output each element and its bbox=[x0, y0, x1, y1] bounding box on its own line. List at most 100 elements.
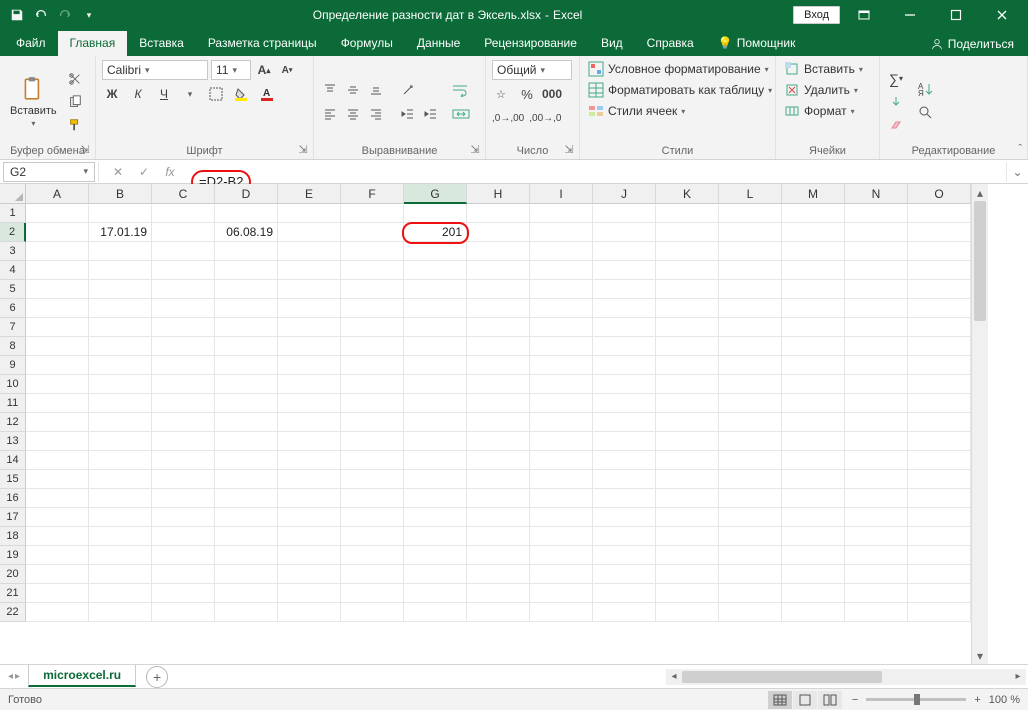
cell[interactable] bbox=[26, 584, 89, 603]
cell[interactable] bbox=[656, 489, 719, 508]
cell[interactable] bbox=[656, 413, 719, 432]
cell[interactable] bbox=[215, 280, 278, 299]
cell[interactable] bbox=[215, 470, 278, 489]
cell[interactable] bbox=[89, 470, 152, 489]
cell[interactable] bbox=[719, 280, 782, 299]
row-header[interactable]: 2 bbox=[0, 223, 26, 242]
cell[interactable] bbox=[278, 451, 341, 470]
cell[interactable] bbox=[467, 432, 530, 451]
cell[interactable] bbox=[278, 356, 341, 375]
cell[interactable] bbox=[656, 261, 719, 280]
cell[interactable] bbox=[845, 603, 908, 622]
cell[interactable] bbox=[845, 223, 908, 242]
cell[interactable] bbox=[215, 565, 278, 584]
cell[interactable] bbox=[26, 299, 89, 318]
cell[interactable] bbox=[908, 318, 971, 337]
cell[interactable] bbox=[656, 242, 719, 261]
row-header[interactable]: 8 bbox=[0, 337, 26, 356]
cell[interactable] bbox=[782, 451, 845, 470]
cell[interactable] bbox=[593, 318, 656, 337]
cell[interactable] bbox=[26, 394, 89, 413]
cell[interactable] bbox=[278, 470, 341, 489]
cell[interactable] bbox=[530, 299, 593, 318]
page-layout-view-icon[interactable] bbox=[793, 691, 817, 709]
cell[interactable] bbox=[215, 318, 278, 337]
number-format-combo[interactable]: Общий▾ bbox=[492, 60, 572, 80]
scroll-thumb[interactable] bbox=[974, 201, 986, 321]
cell[interactable] bbox=[782, 565, 845, 584]
cell[interactable] bbox=[152, 223, 215, 242]
cell[interactable] bbox=[845, 337, 908, 356]
cell[interactable] bbox=[530, 413, 593, 432]
cell[interactable] bbox=[593, 394, 656, 413]
cell[interactable] bbox=[26, 261, 89, 280]
cell[interactable] bbox=[719, 432, 782, 451]
tab-help[interactable]: Справка bbox=[635, 31, 706, 56]
cell[interactable] bbox=[845, 470, 908, 489]
cell[interactable] bbox=[152, 451, 215, 470]
cell[interactable] bbox=[845, 261, 908, 280]
cell[interactable] bbox=[89, 584, 152, 603]
cell[interactable] bbox=[341, 261, 404, 280]
row-header[interactable]: 21 bbox=[0, 584, 26, 603]
cell[interactable] bbox=[845, 280, 908, 299]
cell[interactable] bbox=[782, 223, 845, 242]
cell[interactable] bbox=[404, 565, 467, 584]
cell[interactable] bbox=[593, 337, 656, 356]
cell[interactable] bbox=[530, 565, 593, 584]
bold-button[interactable]: Ж bbox=[102, 84, 122, 104]
cell[interactable] bbox=[89, 432, 152, 451]
cell[interactable] bbox=[656, 508, 719, 527]
cell[interactable] bbox=[530, 375, 593, 394]
cell[interactable] bbox=[152, 565, 215, 584]
cell[interactable] bbox=[152, 280, 215, 299]
cell[interactable] bbox=[530, 242, 593, 261]
new-sheet-button[interactable]: + bbox=[146, 666, 168, 688]
cell[interactable] bbox=[530, 356, 593, 375]
cell[interactable] bbox=[656, 603, 719, 622]
cell[interactable] bbox=[719, 261, 782, 280]
cell[interactable] bbox=[908, 565, 971, 584]
cell[interactable] bbox=[341, 565, 404, 584]
cell[interactable] bbox=[341, 584, 404, 603]
cell[interactable] bbox=[782, 204, 845, 223]
cell[interactable] bbox=[404, 527, 467, 546]
row-header[interactable]: 13 bbox=[0, 432, 26, 451]
wrap-text-icon[interactable] bbox=[451, 80, 471, 100]
align-top-icon[interactable] bbox=[320, 80, 340, 100]
cell[interactable] bbox=[656, 204, 719, 223]
row-header[interactable]: 11 bbox=[0, 394, 26, 413]
cell[interactable]: 06.08.19 bbox=[215, 223, 278, 242]
cell[interactable] bbox=[215, 337, 278, 356]
cell[interactable] bbox=[215, 242, 278, 261]
cell[interactable] bbox=[719, 204, 782, 223]
cell[interactable] bbox=[215, 546, 278, 565]
cell[interactable] bbox=[278, 394, 341, 413]
cell[interactable] bbox=[152, 375, 215, 394]
cell[interactable] bbox=[89, 204, 152, 223]
sheet-nav[interactable]: ◂▸ bbox=[0, 671, 28, 682]
cell[interactable] bbox=[530, 603, 593, 622]
cancel-formula-icon[interactable]: ✕ bbox=[107, 162, 129, 182]
cell[interactable] bbox=[278, 223, 341, 242]
cell[interactable] bbox=[89, 375, 152, 394]
cell[interactable] bbox=[404, 451, 467, 470]
cell[interactable] bbox=[719, 527, 782, 546]
cell[interactable] bbox=[467, 470, 530, 489]
qat-customize-icon[interactable]: ▾ bbox=[80, 6, 98, 24]
cell[interactable] bbox=[467, 394, 530, 413]
cell[interactable] bbox=[404, 432, 467, 451]
cell[interactable] bbox=[656, 375, 719, 394]
cell[interactable]: 17.01.19 bbox=[89, 223, 152, 242]
cell[interactable] bbox=[89, 451, 152, 470]
cell[interactable] bbox=[215, 413, 278, 432]
cell-styles-button[interactable]: Стили ячеек▾ bbox=[586, 102, 687, 120]
cell[interactable] bbox=[782, 261, 845, 280]
cell[interactable] bbox=[26, 546, 89, 565]
decrease-indent-icon[interactable] bbox=[398, 104, 418, 124]
align-right-icon[interactable] bbox=[366, 104, 386, 124]
cell[interactable] bbox=[593, 261, 656, 280]
align-middle-icon[interactable] bbox=[343, 80, 363, 100]
row-header[interactable]: 14 bbox=[0, 451, 26, 470]
cell[interactable] bbox=[26, 451, 89, 470]
